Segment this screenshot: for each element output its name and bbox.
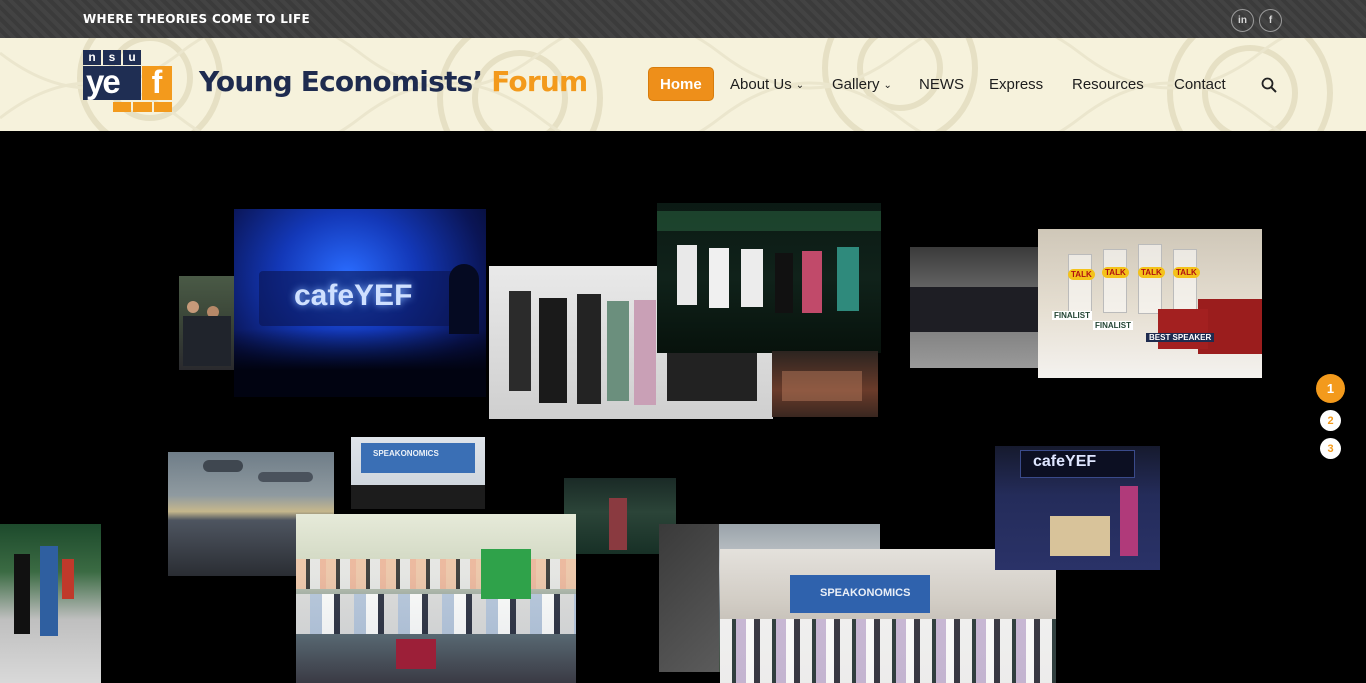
photo-gallery-stage: cafeYEF TALK TALK TALK TALK FINALIST FIN… [0,131,1366,683]
nav-gallery[interactable]: Gallery ⌄ [832,67,892,101]
nav-label: Gallery [832,75,880,93]
site-title-accent: Forum [491,65,588,98]
photo-label: TALK [1173,267,1200,278]
photo-label: cafeYEF [294,279,413,312]
gallery-photo[interactable] [910,247,1040,368]
nav-express[interactable]: Express [989,67,1043,101]
gallery-photo[interactable] [772,351,878,417]
site-title[interactable]: Young Economists’ Forum [199,65,588,98]
gallery-photo-group[interactable] [296,514,576,683]
search-icon[interactable] [1261,77,1277,93]
nav-contact[interactable]: Contact [1174,67,1226,101]
gallery-photo-trophies[interactable]: TALK TALK TALK TALK FINALIST FINALIST BE… [1038,229,1262,378]
nav-label: Resources [1072,75,1144,93]
site-tagline: WHERE THEORIES COME TO LIFE [83,12,310,26]
pagination-page-3[interactable]: 3 [1320,438,1341,459]
photo-label: TALK [1138,267,1165,278]
gallery-photo-cafe-stall[interactable]: cafeYEF [995,446,1160,570]
site-logo[interactable]: n s u ye f [83,50,173,112]
photo-label: FINALIST [1093,321,1133,330]
logo-letter: u [123,50,141,65]
chevron-down-icon: ⌄ [883,80,892,91]
photo-label: FINALIST [1052,311,1092,320]
nav-label: Contact [1174,75,1226,93]
nav-label: Express [989,75,1044,93]
site-title-main: Young Economists’ [199,65,492,98]
photo-label: TALK [1068,269,1095,280]
nav-label: NEWS [919,75,964,93]
gallery-photo[interactable] [179,276,235,370]
gallery-photo[interactable] [657,203,881,353]
gallery-photo[interactable]: SPEAKONOMICS [351,437,485,509]
nav-label: Home [660,75,702,93]
logo-bar [113,102,172,112]
nav-home[interactable]: Home [648,67,714,101]
linkedin-icon[interactable]: in [1231,9,1254,32]
pagination-page-2[interactable]: 2 [1320,410,1341,431]
chevron-down-icon: ⌄ [795,80,805,91]
photo-label: cafeYEF [1033,453,1097,470]
top-bar: WHERE THEORIES COME TO LIFE in f [0,0,1366,38]
gallery-photo[interactable] [0,524,101,683]
logo-ye: ye [83,65,141,100]
nav-label: About Us [730,75,792,93]
nav-about-us[interactable]: About Us ⌄ [730,67,804,101]
photo-label: SPEAKONOMICS [373,449,439,458]
photo-label: BEST SPEAKER [1146,333,1215,342]
nav-news[interactable]: NEWS [919,67,964,101]
logo-f: f [142,66,172,100]
facebook-icon[interactable]: f [1259,9,1282,32]
gallery-photo-cafe-yef[interactable]: cafeYEF [234,209,486,397]
site-header: n s u ye f Young Economists’ Forum Home … [0,38,1366,131]
pagination-page-1[interactable]: 1 [1316,374,1345,403]
photo-label: SPEAKONOMICS [820,587,911,599]
nav-resources[interactable]: Resources [1072,67,1144,101]
photo-label: TALK [1102,267,1129,278]
